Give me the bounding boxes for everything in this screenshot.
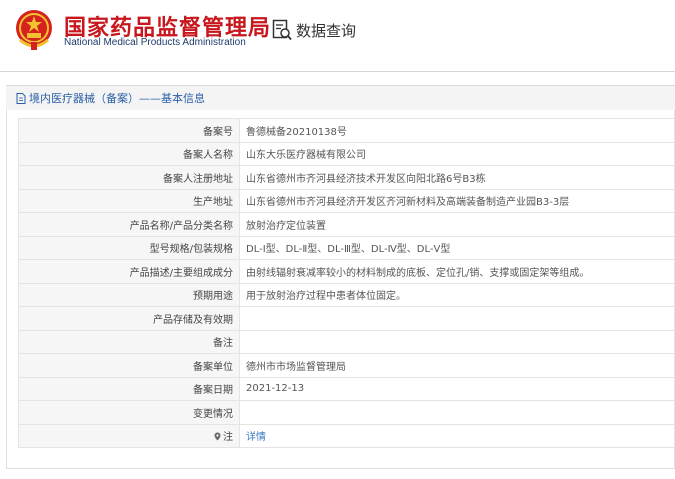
table-row: 生产地址 山东省德州市齐河县经济开发区齐河新材料及高端装备制造产业园B3-3层 — [18, 188, 675, 213]
row-value: 2021-12-13 — [239, 376, 675, 401]
table-row: 备案人注册地址 山东省德州市齐河县经济技术开发区向阳北路6号B3栋 — [18, 165, 675, 190]
row-value — [239, 400, 675, 425]
table-row: 变更情况 — [18, 400, 675, 425]
basic-info-table: 备案号 鲁德械备20210138号 备案人名称 山东大乐医疗器械有限公司 备案人… — [18, 118, 675, 448]
header-divider — [0, 71, 675, 72]
data-query-link[interactable]: 数据查询 — [272, 18, 356, 42]
row-label: 产品描述/主要组成成分 — [18, 259, 240, 284]
note-label: 注 — [223, 432, 233, 444]
row-value: 鲁德械备20210138号 — [239, 118, 675, 143]
row-label: 预期用途 — [18, 282, 240, 307]
row-label: 型号规格/包装规格 — [18, 235, 240, 260]
table-row: 产品名称/产品分类名称 放射治疗定位装置 — [18, 212, 675, 237]
site-title-en[interactable]: National Medical Products Administration — [64, 37, 246, 48]
site-header: 国家药品监督管理局 National Medical Products Admi… — [0, 0, 675, 72]
pin-icon — [214, 432, 221, 441]
table-row: 产品描述/主要组成成分 由射线辐射衰减率较小的材料制成的底板、定位孔/销、支撑或… — [18, 259, 675, 284]
row-label-note: 注 — [18, 423, 240, 448]
details-link[interactable]: 详情 — [246, 432, 266, 443]
data-query-label: 数据查询 — [296, 21, 357, 40]
table-row: 备案单位 德州市市场监督管理局 — [18, 353, 675, 378]
row-value: 用于放射治疗过程中患者体位固定。 — [239, 282, 675, 307]
row-value: 详情 — [239, 423, 675, 448]
row-label: 备注 — [18, 329, 240, 354]
row-value: 山东省德州市齐河县经济技术开发区向阳北路6号B3栋 — [239, 165, 675, 190]
row-label: 生产地址 — [18, 188, 240, 213]
table-row: 型号规格/包装规格 DL-Ⅰ型、DL-Ⅱ型、DL-Ⅲ型、DL-Ⅳ型、DL-Ⅴ型 — [18, 235, 675, 260]
table-row: 备案号 鲁德械备20210138号 — [18, 118, 675, 143]
row-label: 备案日期 — [18, 376, 240, 401]
table-row: 预期用途 用于放射治疗过程中患者体位固定。 — [18, 282, 675, 307]
row-label: 变更情况 — [18, 400, 240, 425]
table-row: 备案日期 2021-12-13 — [18, 376, 675, 401]
section-header: 境内医疗器械（备案）——基本信息 — [6, 85, 675, 111]
table-row: 产品存储及有效期 — [18, 306, 675, 331]
row-label: 产品名称/产品分类名称 — [18, 212, 240, 237]
table-row: 备注 — [18, 329, 675, 354]
row-value — [239, 329, 675, 354]
data-query-icon — [272, 19, 292, 41]
row-value: 由射线辐射衰减率较小的材料制成的底板、定位孔/销、支撑或固定架等组成。 — [239, 259, 675, 284]
row-value — [239, 306, 675, 331]
section-title-wrap: 境内医疗器械（备案）——基本信息 — [16, 90, 205, 106]
row-value: 放射治疗定位装置 — [239, 212, 675, 237]
row-label: 备案人注册地址 — [18, 165, 240, 190]
national-emblem-icon — [16, 10, 52, 50]
table-row: 备案人名称 山东大乐医疗器械有限公司 — [18, 141, 675, 166]
row-label: 产品存储及有效期 — [18, 306, 240, 331]
row-label: 备案人名称 — [18, 141, 240, 166]
document-icon — [16, 92, 26, 104]
row-value: DL-Ⅰ型、DL-Ⅱ型、DL-Ⅲ型、DL-Ⅳ型、DL-Ⅴ型 — [239, 235, 675, 260]
row-label: 备案号 — [18, 118, 240, 143]
table-row: 注 详情 — [18, 423, 675, 448]
row-value: 山东省德州市齐河县经济开发区齐河新材料及高端装备制造产业园B3-3层 — [239, 188, 675, 213]
section-title: 境内医疗器械（备案）——基本信息 — [29, 92, 205, 105]
row-label: 备案单位 — [18, 353, 240, 378]
row-value: 山东大乐医疗器械有限公司 — [239, 141, 675, 166]
row-value: 德州市市场监督管理局 — [239, 353, 675, 378]
